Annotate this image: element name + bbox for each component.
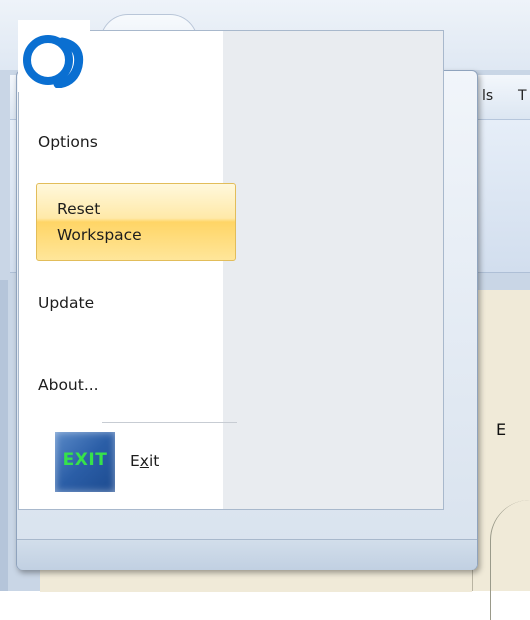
menu-item-reset-label-1: Reset [57, 200, 101, 218]
exit-label: Exit [130, 452, 159, 470]
menu-item-exit[interactable]: EXIT Exit [55, 432, 235, 492]
menu-item-about[interactable]: About... [38, 374, 99, 396]
menu-item-options[interactable]: Options [38, 131, 98, 153]
menu-recent-pane [223, 30, 444, 510]
menu-footer [17, 539, 477, 570]
left-panel-edge [0, 280, 8, 591]
exit-label-part-1: E [130, 452, 140, 470]
menu-item-reset-workspace[interactable]: Reset Workspace [36, 183, 236, 261]
menu-item-reset-label-2: Workspace [57, 226, 142, 244]
exit-icon-text: EXIT [62, 450, 108, 470]
app-menu-button[interactable] [18, 20, 90, 92]
exit-label-mnemonic: x [139, 452, 149, 470]
content-curve [490, 500, 530, 620]
content-text-partial: E [496, 420, 507, 439]
menu-item-update[interactable]: Update [38, 292, 94, 314]
menu-item-partial-2[interactable]: T [518, 88, 527, 104]
exit-icon: EXIT [55, 432, 115, 492]
menu-item-partial-1[interactable]: ls [482, 88, 493, 104]
menu-divider [102, 422, 237, 423]
exit-label-part-2: it [148, 452, 160, 470]
app-logo-icon [23, 35, 84, 88]
